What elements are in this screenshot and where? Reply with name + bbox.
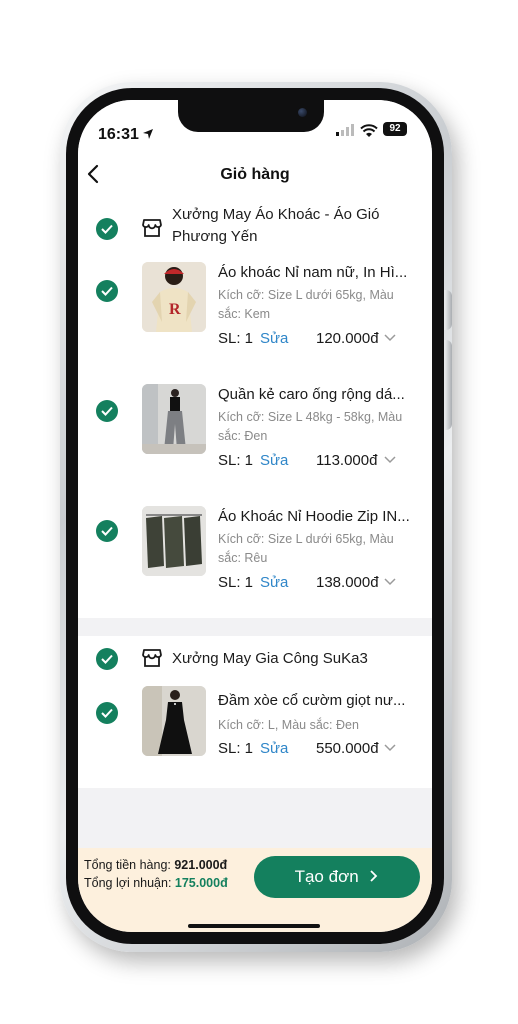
product-image[interactable] — [142, 686, 206, 756]
product-price[interactable]: 550.000đ — [316, 740, 379, 757]
product-quantity: SL: 1 — [218, 740, 254, 757]
profit-label: Tổng lợi nhuận: — [84, 876, 172, 890]
product-price[interactable]: 120.000đ — [316, 330, 379, 347]
chevron-right-icon — [370, 870, 378, 882]
store-icon — [142, 219, 162, 237]
battery-level: 92 — [383, 122, 407, 136]
edit-link[interactable]: Sửa — [260, 330, 288, 347]
signal-icon — [336, 124, 354, 136]
shop-block: Xưởng May Gia Công SuKa3 Đầm xòe cổ cườm… — [78, 636, 432, 788]
shop-check-icon[interactable] — [96, 218, 118, 240]
product-image[interactable] — [142, 384, 206, 454]
product-title[interactable]: Áo khoác Nỉ nam nữ, In Hì... — [218, 264, 418, 281]
chevron-down-icon[interactable] — [384, 744, 396, 752]
chevron-down-icon[interactable] — [384, 334, 396, 342]
checkout-footer: Tổng tiền hàng: 921.000đ Tổng lợi nhuận:… — [78, 848, 432, 932]
total-label: Tổng tiền hàng: — [84, 858, 171, 872]
chevron-down-icon[interactable] — [384, 456, 396, 464]
product-title[interactable]: Áo Khoác Nỉ Hoodie Zip IN... — [218, 508, 418, 525]
item-check-icon[interactable] — [96, 702, 118, 724]
header: Giỏ hàng — [78, 150, 432, 200]
product-price[interactable]: 138.000đ — [316, 574, 379, 591]
shop-check-icon[interactable] — [96, 648, 118, 670]
product-title[interactable]: Quần kẻ caro ống rộng dá... — [218, 386, 418, 403]
edit-link[interactable]: Sửa — [260, 574, 288, 591]
svg-text:R: R — [169, 301, 181, 318]
product-variant: Kích cỡ: L, Màu sắc: Đen — [218, 718, 359, 732]
wifi-icon — [360, 124, 378, 137]
item-check-icon[interactable] — [96, 520, 118, 542]
product-variant: Kích cỡ: Size L 48kg - 58kg, Màu sắc: Đe… — [218, 410, 403, 443]
chevron-down-icon[interactable] — [384, 578, 396, 586]
product-quantity: SL: 1 — [218, 574, 254, 591]
edit-link[interactable]: Sửa — [260, 452, 288, 469]
item-check-icon[interactable] — [96, 280, 118, 302]
product-quantity: SL: 1 — [218, 452, 254, 469]
total-line: Tổng tiền hàng: 921.000đ — [84, 858, 227, 872]
shop-name[interactable]: Xưởng May Gia Công SuKa3 — [172, 648, 412, 670]
create-order-label: Tạo đơn — [294, 867, 359, 886]
item-check-icon[interactable] — [96, 400, 118, 422]
camera — [298, 108, 307, 117]
product-variant: Kích cỡ: Size L dưới 65kg, Màu sắc: Rêu — [218, 532, 394, 565]
store-icon — [142, 649, 162, 667]
profit-line: Tổng lợi nhuận: 175.000đ — [84, 876, 228, 890]
total-value: 921.000đ — [174, 858, 228, 872]
edit-link[interactable]: Sửa — [260, 740, 288, 757]
product-quantity: SL: 1 — [218, 330, 254, 347]
product-image[interactable] — [142, 506, 206, 576]
location-arrow-icon — [143, 129, 153, 139]
product-variant: Kích cỡ: Size L dưới 65kg, Màu sắc: Kem — [218, 288, 394, 321]
screen: 16:31 92 Giỏ hàng Xưởng May Áo Khoác - Á… — [78, 100, 432, 932]
shop-name[interactable]: Xưởng May Áo Khoác - Áo Gió Phương Yến — [172, 204, 402, 248]
status-time: 16:31 — [98, 126, 139, 143]
notch — [178, 100, 324, 132]
create-order-button[interactable]: Tạo đơn — [254, 856, 420, 898]
home-indicator — [188, 924, 320, 928]
product-price[interactable]: 113.000đ — [316, 452, 377, 469]
profit-value: 175.000đ — [174, 876, 228, 890]
product-title[interactable]: Đầm xòe cổ cườm giọt nư... — [218, 692, 418, 709]
product-image[interactable]: R — [142, 262, 206, 332]
page-title: Giỏ hàng — [220, 166, 290, 183]
shop-block: Xưởng May Áo Khoác - Áo Gió Phương Yến R… — [78, 200, 432, 618]
